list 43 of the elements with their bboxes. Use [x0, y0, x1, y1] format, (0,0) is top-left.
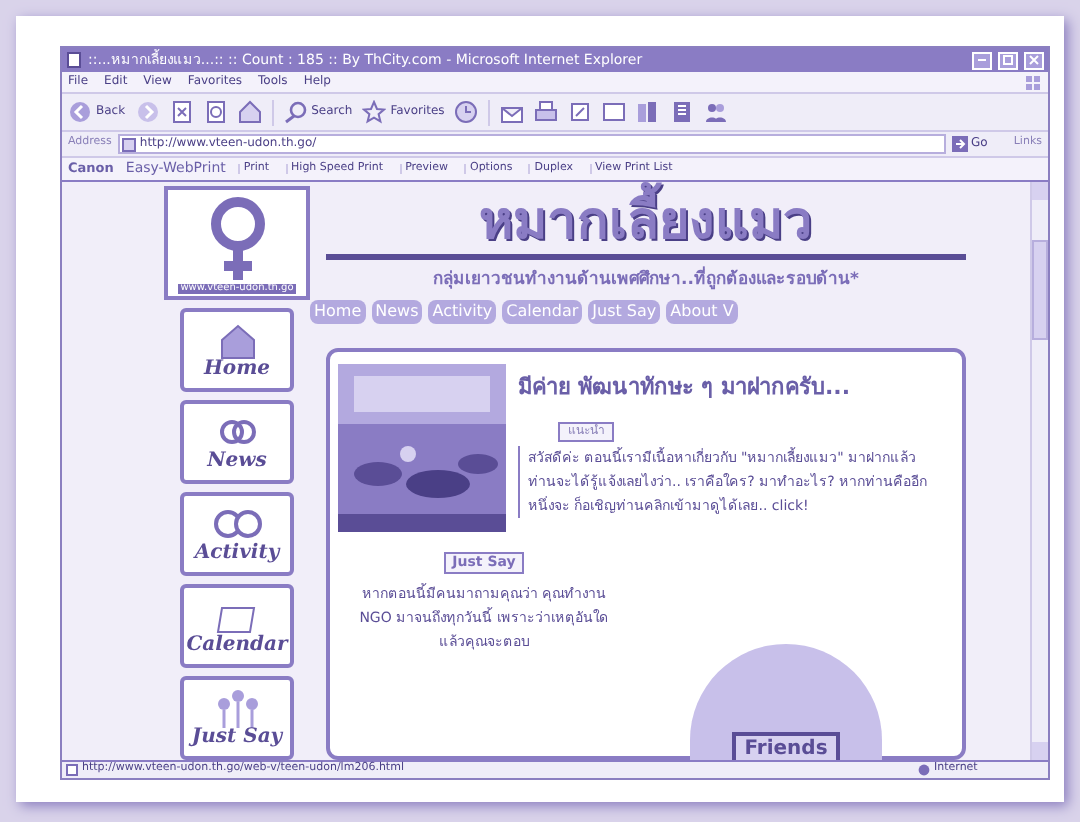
home-icon — [237, 100, 262, 124]
friends-label: Friends — [732, 732, 840, 760]
document-icon — [203, 100, 228, 124]
book-icon — [670, 100, 695, 124]
minimize-icon — [978, 58, 986, 62]
history-button[interactable] — [454, 98, 479, 126]
printer-icon — [534, 100, 559, 124]
page-icon — [121, 137, 136, 151]
globe-icon — [918, 764, 930, 776]
clock-icon — [454, 100, 479, 124]
minimize-button[interactable] — [972, 51, 992, 69]
side-nav-button[interactable]: Activity — [180, 491, 294, 576]
home-button[interactable] — [237, 98, 262, 126]
close-button[interactable] — [1024, 51, 1044, 69]
side-nav-button[interactable]: Calendar — [180, 583, 294, 668]
maximize-icon — [1002, 54, 1014, 66]
refresh-button[interactable] — [203, 98, 228, 126]
headline: มีค่าย พัฒนาทักษะ ๆ มาฝากครับ... — [518, 372, 853, 402]
windows-logo-icon — [1024, 74, 1042, 90]
page-icon — [66, 52, 82, 68]
people-icon — [704, 100, 729, 124]
stop-button[interactable] — [169, 98, 194, 126]
book-button[interactable] — [670, 98, 695, 126]
arrow-icon — [951, 136, 968, 152]
close-icon — [1028, 54, 1040, 66]
page-icon — [66, 764, 78, 776]
messenger-button[interactable] — [704, 98, 729, 126]
forward-icon — [135, 100, 160, 124]
document-icon — [169, 100, 194, 124]
scrollbar[interactable] — [1030, 182, 1048, 760]
side-nav-button[interactable]: News — [180, 399, 294, 484]
maximize-button[interactable] — [998, 51, 1018, 69]
discuss-button[interactable] — [602, 98, 627, 126]
star-icon — [362, 100, 387, 124]
search-icon — [283, 100, 308, 124]
edit-button[interactable] — [568, 98, 593, 126]
square-icon — [602, 100, 627, 124]
document-icon — [568, 100, 593, 124]
side-nav-button[interactable]: Home — [180, 307, 294, 392]
side-nav-button[interactable]: Just Say — [180, 675, 294, 760]
print-button[interactable] — [534, 98, 559, 126]
back-icon — [68, 100, 92, 124]
tagline: กลุ่มเยาวชนทำงานด้านเพศศึกษา..ที่ถูกต้องและรอบด้าน* — [431, 268, 861, 292]
